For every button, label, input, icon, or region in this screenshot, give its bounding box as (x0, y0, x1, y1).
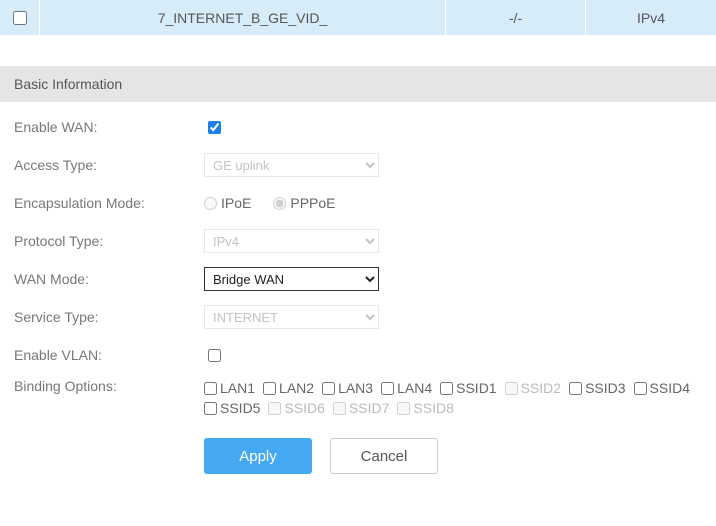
binding-option-ssid2: SSID2 (505, 380, 561, 396)
encapsulation-ipoe: IPoE (204, 195, 251, 211)
enable-vlan-checkbox[interactable] (208, 349, 221, 362)
protocol-type-label: Protocol Type: (14, 233, 204, 249)
encapsulation-ipoe-radio (204, 197, 217, 210)
encapsulation-ipoe-text: IPoE (221, 195, 251, 211)
connection-row: 7_INTERNET_B_GE_VID_ -/- IPv4 (0, 0, 716, 36)
cancel-button[interactable]: Cancel (330, 438, 438, 474)
binding-option-ssid1[interactable]: SSID1 (440, 380, 496, 396)
binding-checkbox-lan2[interactable] (263, 382, 276, 395)
encapsulation-pppoe-radio (273, 197, 286, 210)
wan-mode-label: WAN Mode: (14, 271, 204, 287)
binding-label-ssid6: SSID6 (284, 400, 324, 416)
encapsulation-label: Encapsulation Mode: (14, 195, 204, 211)
enable-wan-label: Enable WAN: (14, 119, 204, 135)
binding-checkbox-ssid2 (505, 382, 518, 395)
binding-options-label: Binding Options: (14, 378, 204, 394)
binding-option-ssid3[interactable]: SSID3 (569, 380, 625, 396)
binding-checkbox-lan1[interactable] (204, 382, 217, 395)
encapsulation-pppoe-text: PPPoE (290, 195, 335, 211)
apply-button[interactable]: Apply (204, 438, 312, 474)
binding-checkbox-ssid7 (333, 402, 346, 415)
binding-option-ssid6: SSID6 (268, 400, 324, 416)
binding-option-lan4[interactable]: LAN4 (381, 380, 432, 396)
encapsulation-pppoe: PPPoE (273, 195, 335, 211)
row-nan: -/- (446, 0, 586, 35)
binding-checkbox-ssid8 (397, 402, 410, 415)
wan-mode-select[interactable]: Bridge WAN (204, 267, 379, 291)
binding-option-ssid8: SSID8 (397, 400, 453, 416)
binding-checkbox-ssid6 (268, 402, 281, 415)
service-type-label: Service Type: (14, 309, 204, 325)
binding-label-ssid3: SSID3 (585, 380, 625, 396)
enable-vlan-label: Enable VLAN: (14, 347, 204, 363)
binding-label-ssid4: SSID4 (650, 380, 690, 396)
binding-label-ssid1: SSID1 (456, 380, 496, 396)
binding-option-lan1[interactable]: LAN1 (204, 380, 255, 396)
binding-checkbox-lan4[interactable] (381, 382, 394, 395)
binding-checkbox-ssid4[interactable] (634, 382, 647, 395)
binding-checkbox-lan3[interactable] (322, 382, 335, 395)
binding-label-ssid2: SSID2 (521, 380, 561, 396)
binding-option-lan3[interactable]: LAN3 (322, 380, 373, 396)
binding-option-ssid7: SSID7 (333, 400, 389, 416)
binding-label-ssid7: SSID7 (349, 400, 389, 416)
service-type-select: INTERNET (204, 305, 379, 329)
binding-label-lan2: LAN2 (279, 380, 314, 396)
binding-options-list: LAN1 LAN2 LAN3 LAN4 SSID1 SSID2 SSID3 SSID4 SSID… (204, 378, 702, 416)
binding-option-ssid4[interactable]: SSID4 (634, 380, 690, 396)
binding-checkbox-ssid5[interactable] (204, 402, 217, 415)
binding-label-lan4: LAN4 (397, 380, 432, 396)
binding-checkbox-ssid3[interactable] (569, 382, 582, 395)
row-select-checkbox[interactable] (13, 11, 27, 25)
binding-option-lan2[interactable]: LAN2 (263, 380, 314, 396)
row-protocol: IPv4 (586, 0, 716, 35)
protocol-type-select: IPv4 (204, 229, 379, 253)
enable-wan-checkbox[interactable] (208, 121, 221, 134)
binding-label-lan1: LAN1 (220, 380, 255, 396)
binding-checkbox-ssid1[interactable] (440, 382, 453, 395)
access-type-label: Access Type: (14, 157, 204, 173)
binding-label-ssid5: SSID5 (220, 400, 260, 416)
binding-option-ssid5[interactable]: SSID5 (204, 400, 260, 416)
binding-label-ssid8: SSID8 (413, 400, 453, 416)
binding-label-lan3: LAN3 (338, 380, 373, 396)
section-title: Basic Information (0, 66, 716, 102)
row-name: 7_INTERNET_B_GE_VID_ (40, 0, 446, 35)
access-type-select: GE uplink (204, 153, 379, 177)
